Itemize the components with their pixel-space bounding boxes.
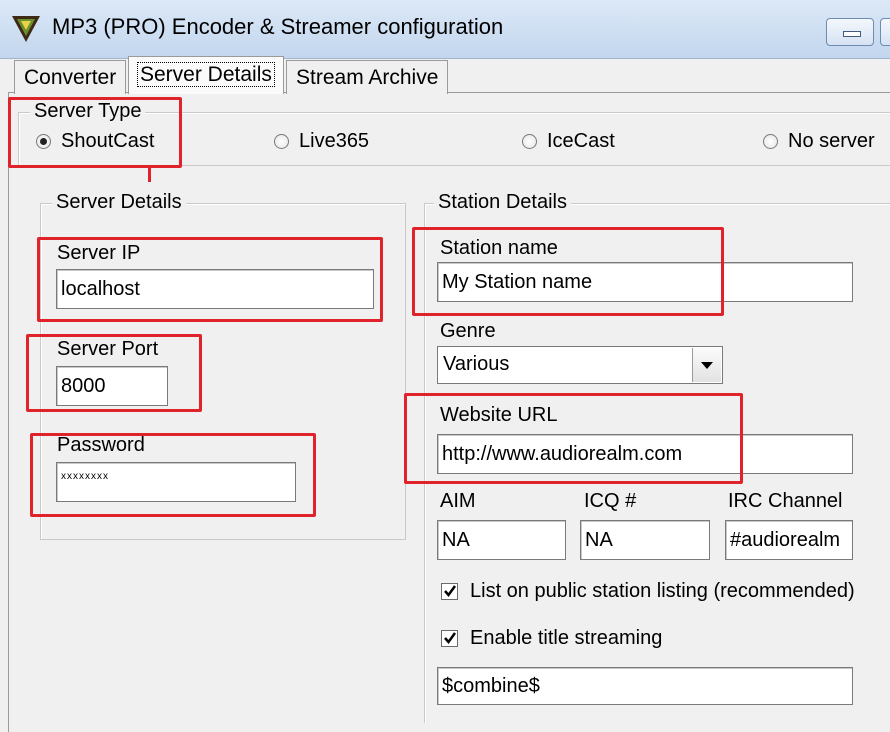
checkbox-checked-icon xyxy=(441,630,458,647)
radio-no-server[interactable]: No server xyxy=(763,130,875,153)
checkbox-checked-icon xyxy=(441,583,458,600)
tab-stream-archive-label: Stream Archive xyxy=(296,66,439,89)
server-ip-label: Server IP xyxy=(57,242,141,264)
radio-icon xyxy=(36,134,51,149)
tab-converter-label: Converter xyxy=(24,66,117,89)
station-name-label: Station name xyxy=(440,237,558,259)
title-streaming-checkbox[interactable]: Enable title streaming xyxy=(441,627,662,650)
radio-icon xyxy=(763,134,778,149)
radio-no-server-label: No server xyxy=(788,130,875,152)
radio-shoutcast-label: ShoutCast xyxy=(61,130,155,152)
list-public-label: List on public station listing (recommen… xyxy=(470,580,855,602)
tab-server-details[interactable]: Server Details xyxy=(128,56,284,94)
radio-icecast-label: IceCast xyxy=(547,130,615,152)
server-details-legend: Server Details xyxy=(52,191,186,214)
website-url-label: Website URL xyxy=(440,404,558,426)
radio-icon xyxy=(522,134,537,149)
server-ip-field[interactable] xyxy=(56,269,374,309)
radio-live365[interactable]: Live365 xyxy=(274,130,369,153)
genre-label: Genre xyxy=(440,320,496,342)
server-type-legend: Server Type xyxy=(30,100,146,123)
title-format-field[interactable] xyxy=(437,667,853,705)
app-icon xyxy=(12,16,40,42)
minimize-button[interactable] xyxy=(826,18,874,46)
radio-icecast[interactable]: IceCast xyxy=(522,130,615,153)
radio-icon xyxy=(274,134,289,149)
server-port-field[interactable] xyxy=(56,366,168,406)
minimize-icon xyxy=(843,31,861,37)
tab-converter[interactable]: Converter xyxy=(14,60,127,94)
station-name-field[interactable] xyxy=(437,262,853,302)
password-label: Password xyxy=(57,434,145,456)
genre-dropdown[interactable]: Various xyxy=(437,346,723,384)
tab-server-details-label: Server Details xyxy=(137,62,275,87)
icq-label: ICQ # xyxy=(584,490,637,512)
password-field[interactable]: xxxxxxxx xyxy=(56,462,296,502)
station-details-legend: Station Details xyxy=(434,191,571,214)
server-port-label: Server Port xyxy=(57,338,159,360)
radio-live365-label: Live365 xyxy=(299,130,370,152)
aim-field[interactable] xyxy=(437,520,566,560)
aim-label: AIM xyxy=(440,490,476,512)
genre-value: Various xyxy=(443,353,510,375)
list-public-checkbox[interactable]: List on public station listing (recommen… xyxy=(441,580,855,603)
tab-stream-archive[interactable]: Stream Archive xyxy=(286,60,449,94)
irc-channel-label: IRC Channel xyxy=(728,490,843,512)
maximize-button[interactable] xyxy=(880,18,890,46)
website-url-field[interactable] xyxy=(437,434,853,474)
irc-channel-field[interactable] xyxy=(725,520,853,560)
window-title: MP3 (PRO) Encoder & Streamer configurati… xyxy=(52,14,504,39)
radio-shoutcast[interactable]: ShoutCast xyxy=(36,130,154,153)
title-streaming-label: Enable title streaming xyxy=(470,627,663,649)
chevron-down-icon[interactable] xyxy=(692,348,721,382)
title-bar: MP3 (PRO) Encoder & Streamer configurati… xyxy=(0,0,890,59)
icq-field[interactable] xyxy=(580,520,710,560)
